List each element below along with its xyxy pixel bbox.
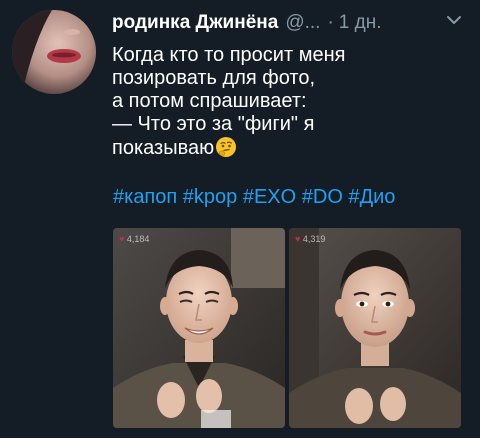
tweet-text-line: Когда кто то просит меня [112,44,346,66]
separator: · [327,12,334,33]
tweet-photo[interactable]: ♥ 4,319 [289,228,461,428]
hashtag-link[interactable]: #EXO [243,186,296,208]
like-count: 4,319 [302,234,326,244]
thinking-face-icon [216,137,237,157]
like-count: 4,184 [126,234,150,244]
photo-image [113,228,285,428]
hashtag-link[interactable]: #DO [302,186,343,208]
tweet-text-fragment: показываю [112,137,215,159]
like-count-overlay: ♥ 4,184 [119,234,149,244]
display-name[interactable]: родинка Джинёна [112,12,278,34]
chevron-down-icon[interactable] [446,14,462,26]
hashtag-link[interactable]: #kpop [183,186,238,208]
heart-icon: ♥ [295,234,301,244]
hashtag-list: #капоп #kpop #EXO #DO #Дио [113,186,395,209]
timestamp[interactable]: 1 дн. [339,12,382,34]
photo-image [289,228,461,428]
heart-icon: ♥ [119,234,125,244]
tweet-text-line: а потом спрашивает: [112,90,307,112]
tweet-text: Когда кто то просит меня позировать для … [112,44,472,160]
tweet-text-line: позировать для фото, [112,67,316,89]
user-handle[interactable]: @... [285,12,320,34]
tweet-text-line-last: показываю [112,136,472,160]
tweet-header: родинка Джинёна @... · 1 дн. [112,9,470,37]
like-count-overlay: ♥ 4,319 [295,234,325,244]
hashtag-link[interactable]: #Дио [348,186,395,208]
tweet[interactable]: родинка Джинёна @... · 1 дн. Когда кто т… [0,0,480,438]
tweet-photo[interactable]: ♥ 4,184 [113,228,285,428]
avatar[interactable] [12,10,96,94]
hashtag-link[interactable]: #капоп [113,186,177,208]
avatar-image [12,10,96,94]
tweet-text-line: — Что это за "фиги" я [112,113,315,135]
